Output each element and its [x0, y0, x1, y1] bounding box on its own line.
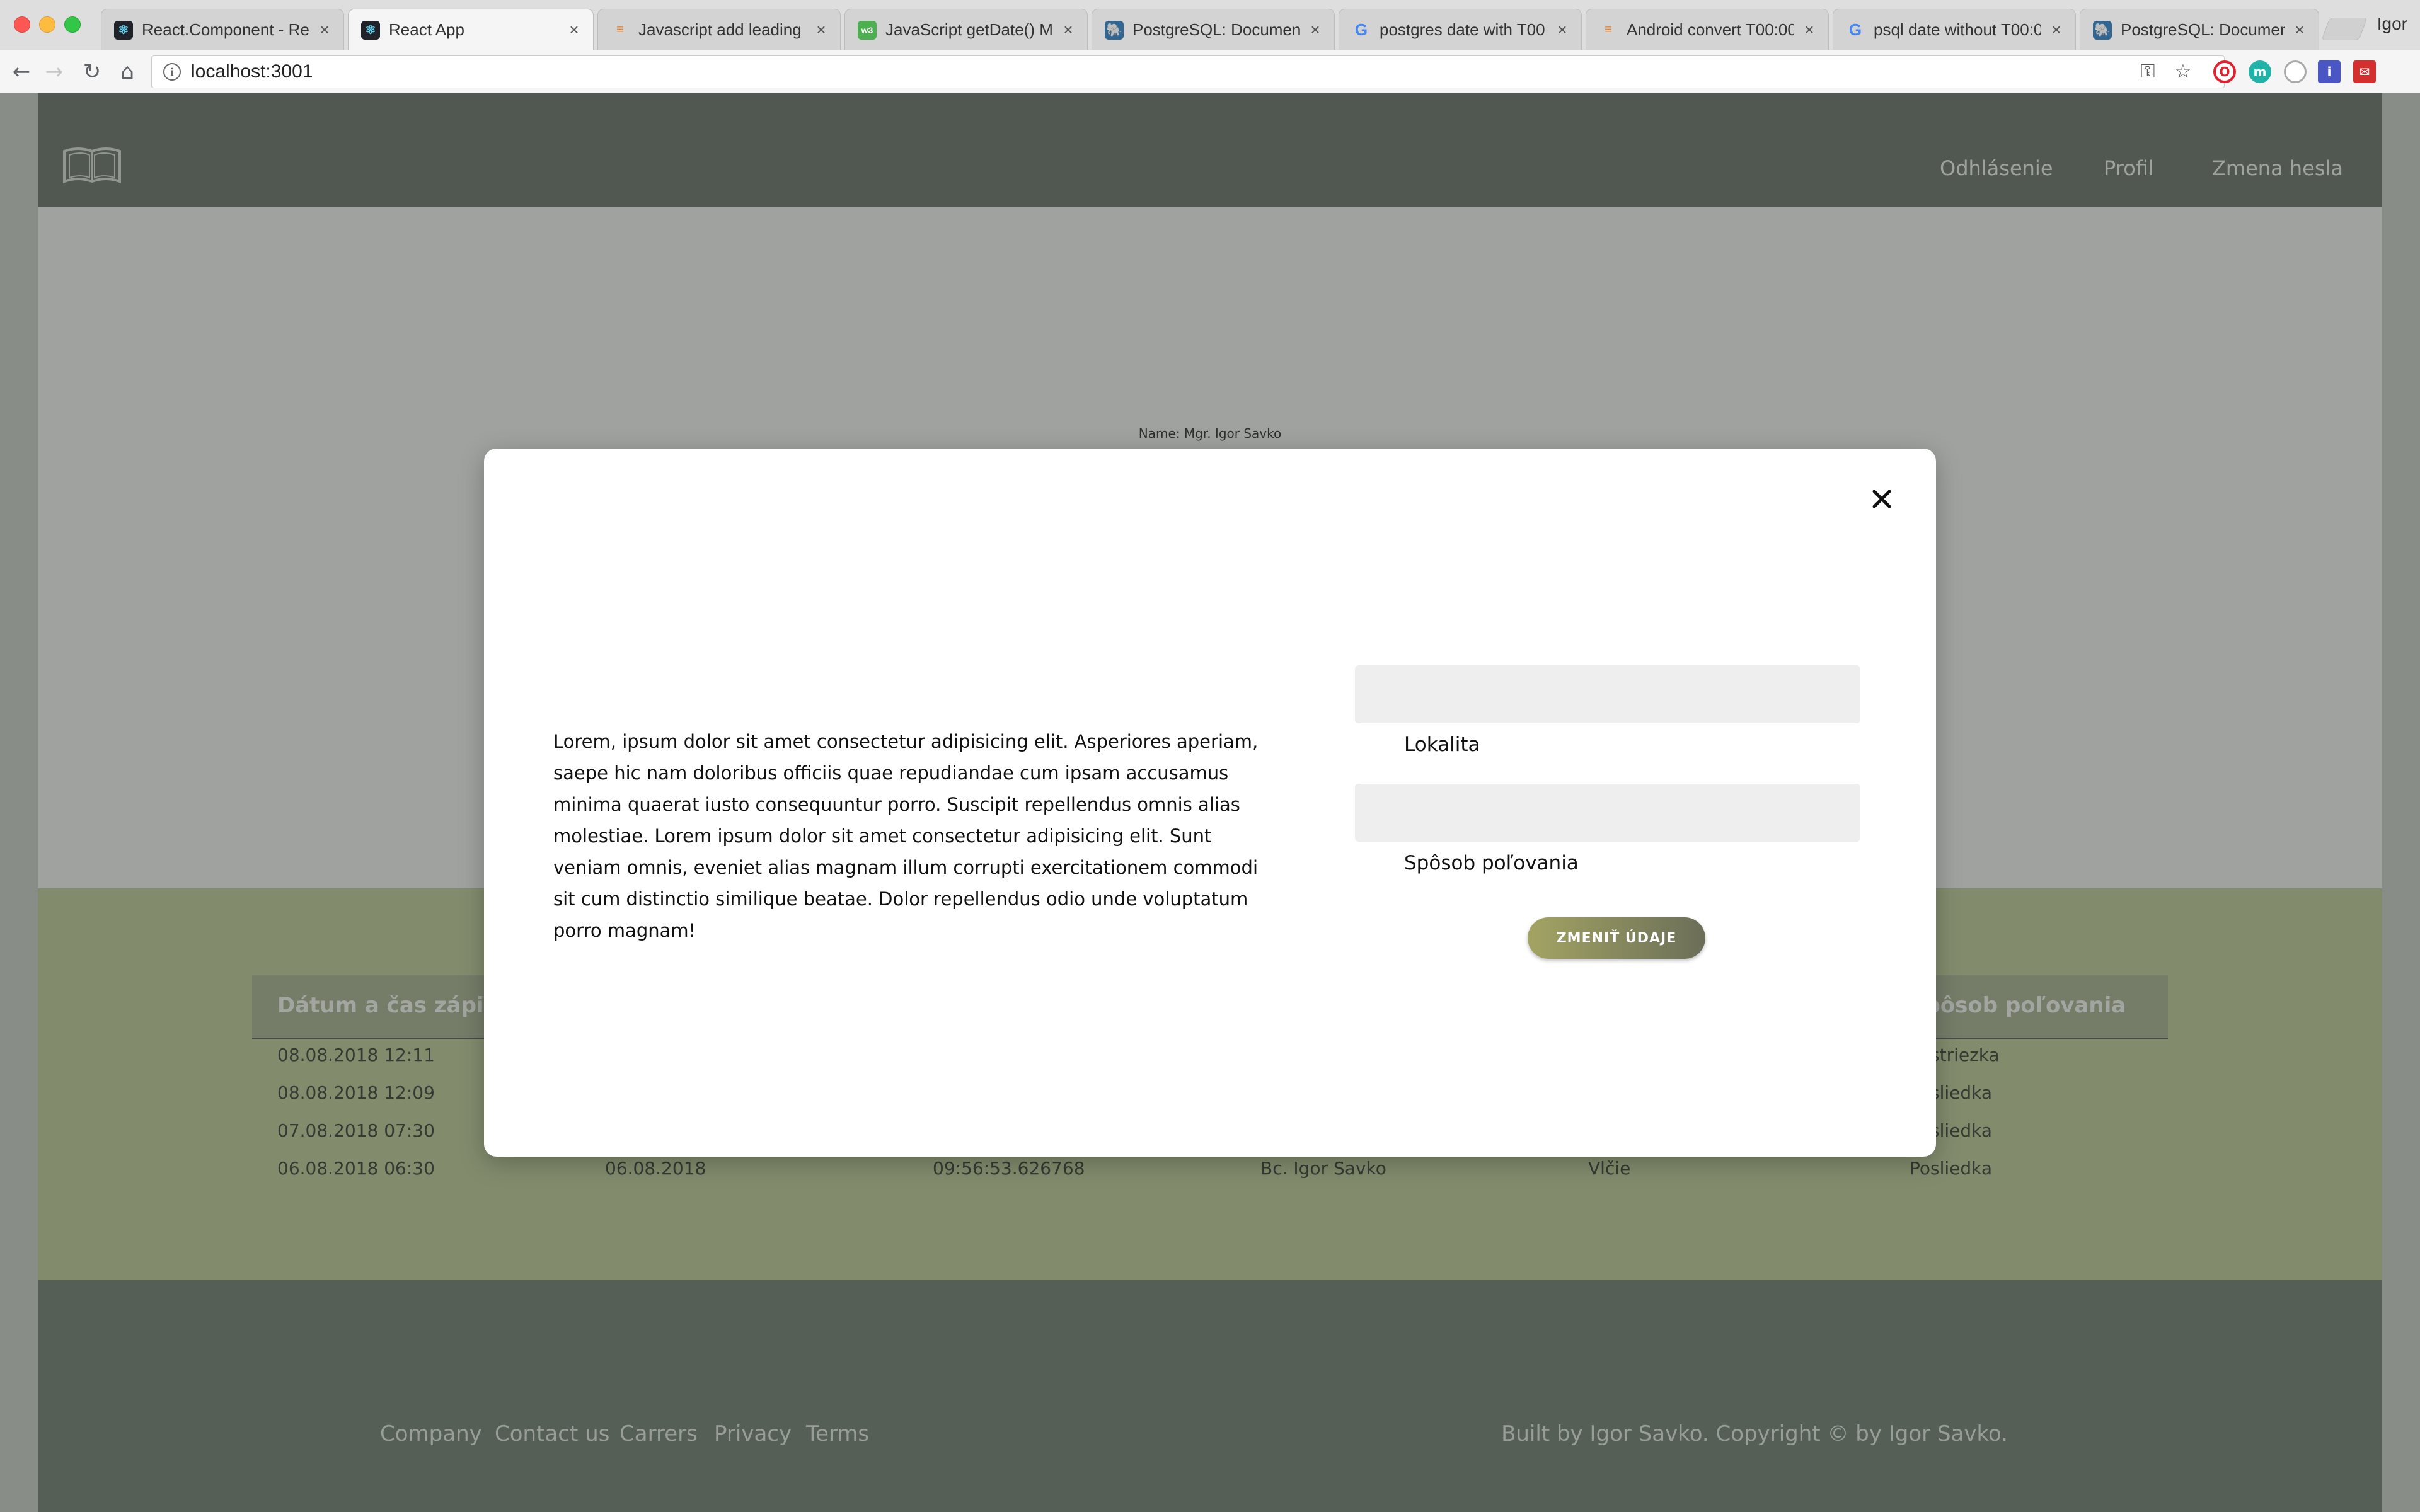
tab-title: React.Component - Reac: [142, 20, 309, 39]
forward-arrow-icon[interactable]: →: [42, 59, 67, 84]
home-icon[interactable]: ⌂: [115, 59, 140, 84]
google-icon: G: [1848, 20, 1862, 39]
window-zoom-button[interactable]: [64, 16, 81, 33]
window-close-button[interactable]: [14, 16, 30, 33]
tab-close-icon[interactable]: ×: [1306, 20, 1324, 40]
browser-tab[interactable]: 🐘 PostgreSQL: Documenta ×: [2080, 9, 2319, 50]
browser-tab-bar: ⚛ React.Component - Reac × ⚛ React App ×…: [0, 0, 2420, 50]
tab-close-icon[interactable]: ×: [2291, 20, 2308, 40]
tab-title: PostgreSQL: Documenta: [1132, 20, 1300, 39]
browser-profile-name[interactable]: Igor: [2377, 14, 2407, 34]
stackoverflow-icon: ≡: [616, 23, 624, 37]
edit-details-modal: Lorem, ipsum dolor sit amet consectetur …: [484, 449, 1936, 1157]
tab-title: React App: [389, 20, 464, 39]
browser-tab[interactable]: ≡ Android convert T00:00: ×: [1586, 9, 1829, 50]
modal-description: Lorem, ipsum dolor sit amet consectetur …: [553, 731, 1259, 941]
reload-icon[interactable]: ↻: [79, 59, 105, 84]
tab-title: JavaScript getDate() Met: [885, 20, 1053, 39]
tab-close-icon[interactable]: ×: [1059, 20, 1077, 40]
extension-gray-icon[interactable]: [2284, 60, 2307, 83]
tab-title: psql date without T00:00: [1874, 20, 2041, 39]
tab-close-icon[interactable]: ×: [2048, 20, 2065, 40]
browser-tab[interactable]: ≡ Javascript add leading ze ×: [597, 9, 841, 50]
tab-close-icon[interactable]: ×: [1553, 20, 1571, 40]
tab-title: Javascript add leading ze: [638, 20, 806, 39]
browser-tab[interactable]: G postgres date with T00:0 ×: [1339, 9, 1582, 50]
hunting-method-label: Spôsob poľovania: [1404, 852, 1579, 874]
browser-tab-active[interactable]: ⚛ React App ×: [348, 9, 594, 50]
browser-toolbar: ← → ↻ ⌂ i localhost:3001 ⚿ ☆ O m i ✉: [0, 50, 2420, 93]
react-icon: ⚛: [114, 20, 133, 40]
change-details-button[interactable]: ZMENIŤ ÚDAJE: [1528, 917, 1705, 959]
google-icon: G: [1354, 20, 1368, 39]
extension-red-icon[interactable]: ✉: [2353, 60, 2376, 83]
tab-title: Android convert T00:00:: [1627, 20, 1794, 39]
hunting-method-input[interactable]: [1355, 784, 1860, 842]
browser-tab[interactable]: 🐘 PostgreSQL: Documenta ×: [1092, 9, 1335, 50]
close-icon[interactable]: [1868, 485, 1896, 513]
postgresql-icon: 🐘: [1105, 20, 1124, 40]
extension-blue-icon[interactable]: i: [2318, 60, 2341, 83]
back-arrow-icon[interactable]: ←: [9, 59, 34, 84]
tab-close-icon[interactable]: ×: [1801, 20, 1818, 40]
postgresql-icon: 🐘: [2093, 20, 2112, 40]
location-input[interactable]: [1355, 665, 1860, 723]
bookmark-star-icon[interactable]: ☆: [2170, 59, 2196, 84]
tab-title: PostgreSQL: Documenta: [2121, 20, 2285, 39]
w3schools-icon: w3: [858, 20, 877, 40]
window-minimize-button[interactable]: [39, 16, 55, 33]
react-icon: ⚛: [361, 20, 380, 40]
location-label: Lokalita: [1404, 733, 1480, 756]
browser-tab[interactable]: w3 JavaScript getDate() Met ×: [844, 9, 1088, 50]
tab-close-icon[interactable]: ×: [565, 20, 583, 40]
address-url: localhost:3001: [191, 61, 313, 82]
stackoverflow-icon: ≡: [1605, 23, 1612, 37]
tab-close-icon[interactable]: ×: [812, 20, 830, 40]
tab-close-icon[interactable]: ×: [316, 20, 333, 40]
extension-teal-icon[interactable]: m: [2249, 60, 2271, 83]
address-bar[interactable]: i localhost:3001: [151, 55, 2225, 88]
opera-extension-icon[interactable]: O: [2213, 60, 2236, 83]
site-info-icon[interactable]: i: [163, 63, 181, 81]
key-icon[interactable]: ⚿: [2135, 59, 2160, 84]
browser-tab[interactable]: G psql date without T00:00 ×: [1833, 9, 2076, 50]
new-tab-button[interactable]: [2321, 18, 2368, 40]
browser-tab[interactable]: ⚛ React.Component - Reac ×: [101, 9, 344, 50]
tab-title: postgres date with T00:0: [1380, 20, 1547, 39]
